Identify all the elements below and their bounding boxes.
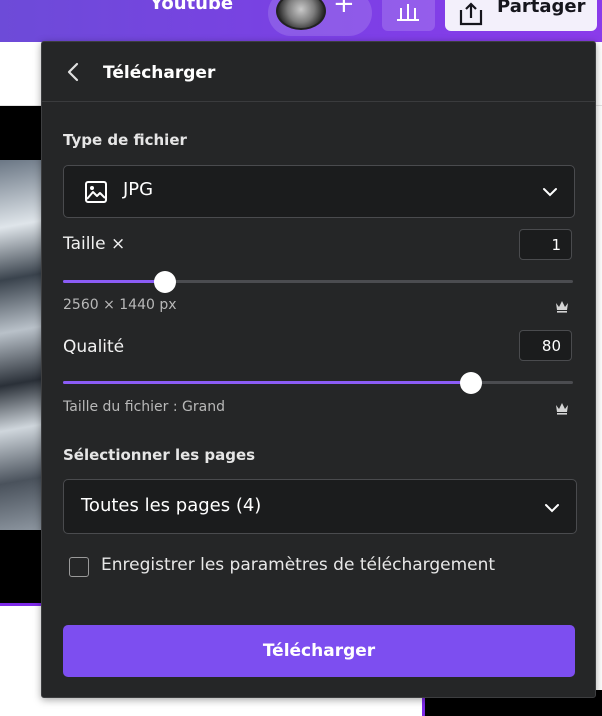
crown-icon: [556, 403, 568, 415]
canvas-image: [0, 160, 42, 530]
crown-icon: [556, 301, 568, 313]
share-upload-icon: [459, 2, 483, 26]
panel-header: Télécharger: [42, 42, 595, 102]
size-dimensions: 2560 × 1440 px: [63, 297, 177, 313]
panel-title: Télécharger: [103, 63, 216, 83]
download-button-label: Télécharger: [262, 641, 376, 661]
add-collaborator-button[interactable]: +: [333, 0, 355, 17]
chevron-down-icon: [545, 504, 559, 513]
size-label: Taille ×: [63, 234, 126, 254]
pages-label: Sélectionner les pages: [63, 446, 256, 464]
save-settings-checkbox[interactable]: [69, 557, 89, 577]
share-label: Partager: [497, 0, 586, 17]
file-type-label: Type de fichier: [63, 131, 187, 149]
size-slider-thumb[interactable]: [154, 271, 176, 293]
image-icon: [85, 181, 107, 203]
file-type-select[interactable]: JPG: [63, 165, 575, 218]
pages-select[interactable]: Toutes les pages (4): [63, 479, 577, 534]
download-button[interactable]: Télécharger: [63, 625, 575, 677]
file-type-value: JPG: [123, 179, 154, 200]
chevron-down-icon: [543, 188, 557, 197]
size-slider[interactable]: [63, 271, 573, 293]
back-button[interactable]: [62, 60, 86, 84]
project-title[interactable]: Youtube: [150, 0, 233, 14]
quality-slider-thumb[interactable]: [460, 372, 482, 394]
download-panel: Télécharger Type de fichier JPG Taille ×…: [41, 41, 596, 698]
editor-topbar: Youtube + Partager: [0, 0, 602, 42]
share-button[interactable]: Partager: [445, 0, 597, 31]
quality-slider-fill: [63, 381, 471, 384]
insights-button[interactable]: [382, 0, 435, 31]
save-settings-label[interactable]: Enregistrer les paramètres de télécharge…: [101, 555, 495, 575]
pages-value: Toutes les pages (4): [81, 495, 262, 516]
quality-input[interactable]: 80: [519, 330, 572, 361]
file-size-text: Taille du fichier : Grand: [63, 399, 225, 415]
quality-slider[interactable]: [63, 372, 573, 394]
quality-label: Qualité: [63, 337, 125, 357]
size-input[interactable]: 1: [519, 229, 572, 260]
bar-chart-icon: [397, 4, 419, 21]
size-slider-fill: [63, 280, 165, 283]
chevron-left-icon: [67, 62, 79, 82]
